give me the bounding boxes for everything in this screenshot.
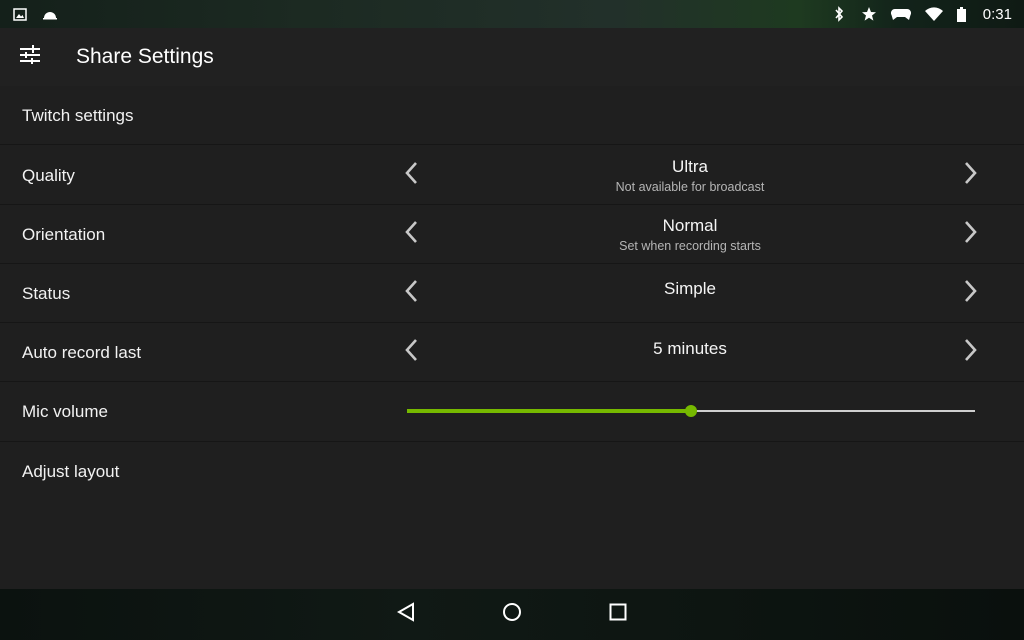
image-icon [12,6,28,22]
recents-icon [609,603,627,626]
status-value-box: Simple [440,279,940,299]
settings-list: Twitch settings Quality Ultra Not availa… [0,86,1024,589]
slider-fill [407,409,691,413]
orientation-value: Normal [662,216,718,235]
chevron-left-icon [404,338,418,367]
dome-icon [42,6,58,22]
mic-volume-row: Mic volume [0,382,1024,442]
quality-value-box: Ultra Not available for broadcast [440,157,940,194]
page-title: Share Settings [76,45,214,68]
mic-volume-slider[interactable] [407,405,975,417]
battery-icon [957,6,967,22]
status-label: Status [22,284,71,303]
quality-row: Quality Ultra Not available for broadcas… [0,146,1024,205]
slider-thumb[interactable] [685,405,697,417]
quality-prev-button[interactable] [396,160,426,190]
orientation-subtitle: Set when recording starts [619,239,761,253]
chevron-left-icon [404,161,418,190]
recents-button[interactable] [601,598,635,632]
sliders-menu-button[interactable] [0,28,60,86]
chevron-left-icon [404,220,418,249]
quality-subtitle: Not available for broadcast [615,180,765,194]
home-button[interactable] [495,598,529,632]
back-button[interactable] [389,598,423,632]
auto-record-prev-button[interactable] [396,337,426,367]
twitch-settings-row[interactable]: Twitch settings [0,86,1024,145]
orientation-row: Orientation Normal Set when recording st… [0,205,1024,264]
status-row: Status Simple [0,264,1024,323]
orientation-value-box: Normal Set when recording starts [440,216,940,253]
gamepad-icon [890,6,911,22]
adjust-layout-row[interactable]: Adjust layout [0,442,1024,501]
back-icon [396,602,416,627]
status-left-icons [12,6,58,22]
quality-value: Ultra [672,157,708,176]
chevron-right-icon [964,220,978,249]
wifi-icon [924,6,943,22]
status-value: Simple [664,279,716,298]
auto-record-value-box: 5 minutes [440,339,940,359]
status-prev-button[interactable] [396,278,426,308]
quality-label: Quality [22,166,75,185]
star-icon [861,6,877,22]
sliders-icon [19,44,41,70]
quality-next-button[interactable] [956,160,986,190]
auto-record-next-button[interactable] [956,337,986,367]
orientation-label: Orientation [22,225,106,244]
status-bar: 0:31 [0,0,1024,28]
orientation-prev-button[interactable] [396,219,426,249]
mic-volume-label: Mic volume [22,402,108,421]
chevron-right-icon [964,279,978,308]
status-next-button[interactable] [956,278,986,308]
chevron-left-icon [404,279,418,308]
twitch-settings-label: Twitch settings [22,106,134,125]
bluetooth-icon [831,6,847,22]
home-icon [502,602,522,627]
chevron-right-icon [964,338,978,367]
app-bar: Share Settings [0,28,1024,86]
orientation-next-button[interactable] [956,219,986,249]
auto-record-value: 5 minutes [653,339,727,358]
auto-record-label: Auto record last [22,343,142,362]
clock: 0:31 [982,5,1012,23]
chevron-right-icon [964,161,978,190]
status-right-icons: 0:31 [831,6,1012,23]
navigation-bar [0,589,1024,640]
auto-record-row: Auto record last 5 minutes [0,323,1024,382]
adjust-layout-label: Adjust layout [22,462,120,481]
